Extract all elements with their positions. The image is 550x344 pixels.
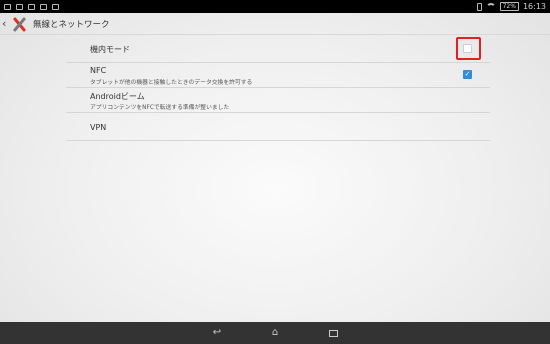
highlight-box	[456, 37, 481, 60]
battery-icon: 72%	[499, 2, 519, 11]
setting-title: 機内モード	[90, 45, 130, 54]
tools-icon[interactable]	[11, 15, 29, 33]
wifi-icon	[485, 3, 496, 10]
back-arrow-icon[interactable]: ‹	[2, 17, 10, 30]
notification-icon	[40, 3, 47, 10]
action-bar: ‹ 無線とネットワーク	[0, 13, 550, 35]
setting-vpn[interactable]: VPN	[66, 113, 490, 141]
setting-nfc[interactable]: NFC タブレットが他の機器と接触したときのデータ交換を許可する ✓	[66, 63, 490, 88]
status-bar: 72% 16:13	[0, 0, 550, 13]
notification-icons	[0, 3, 59, 10]
notification-icon	[52, 3, 59, 10]
setting-title: Androidビーム	[90, 92, 145, 101]
setting-subtitle: タブレットが他の機器と接触したときのデータ交換を許可する	[90, 80, 253, 86]
settings-list: 機内モード NFC タブレットが他の機器と接触したときのデータ交換を許可する ✓…	[66, 35, 490, 141]
home-icon[interactable]: ⌂	[268, 327, 282, 339]
setting-android-beam[interactable]: Androidビーム アプリコンテンツをNFCで転送する準備が整いました	[66, 88, 490, 113]
system-icons: 72% 16:13	[476, 2, 550, 11]
vibrate-icon	[476, 2, 482, 11]
setting-title: NFC	[90, 66, 107, 75]
notification-icon	[4, 3, 11, 10]
setting-title: VPN	[90, 123, 107, 132]
recent-apps-icon[interactable]	[326, 327, 340, 339]
setting-airplane-mode[interactable]: 機内モード	[66, 35, 490, 63]
nfc-checkbox[interactable]: ✓	[463, 70, 472, 79]
notification-icon	[16, 3, 23, 10]
notification-icon	[28, 3, 35, 10]
setting-subtitle: アプリコンテンツをNFCで転送する準備が整いました	[90, 105, 230, 111]
back-icon[interactable]: ↩	[210, 327, 224, 339]
page-title: 無線とネットワーク	[33, 19, 110, 30]
clock: 16:13	[522, 2, 546, 11]
navigation-bar: ↩ ⌂	[0, 322, 550, 344]
